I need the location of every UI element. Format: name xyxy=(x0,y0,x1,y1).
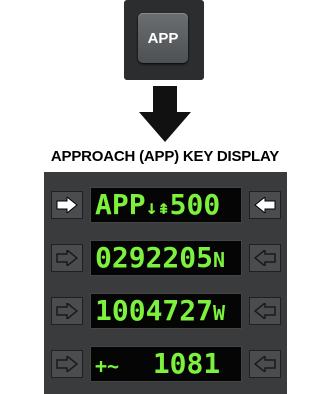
line-select-key-left-3[interactable] xyxy=(51,297,83,325)
outline-arrow-right-icon xyxy=(56,356,78,372)
lcd-latitude-value: 0292205 xyxy=(95,241,214,274)
outline-arrow-left-icon xyxy=(254,356,276,372)
line-select-key-right-2[interactable] xyxy=(249,244,281,272)
lcd-altitude-value: 500 xyxy=(169,188,221,221)
lcd-symbols: ↓⇞ xyxy=(145,195,170,219)
lcd-line-4: +~ 1081 xyxy=(90,346,242,382)
app-key-bezel: APP xyxy=(124,0,204,80)
lcd-latitude-hemisphere: N xyxy=(213,248,226,272)
lcd-line-3: 1004727W xyxy=(90,293,242,329)
outline-arrow-left-icon xyxy=(254,250,276,266)
cdu-panel: APP↓⇞500 0292205N 1004727W +~ 1081 xyxy=(44,172,287,394)
white-arrow-right-icon xyxy=(56,197,78,213)
lcd-approach-label: APP xyxy=(95,188,146,221)
lcd-longitude-hemisphere: W xyxy=(213,301,226,325)
lcd-longitude-value: 1004727 xyxy=(95,294,214,327)
display-row-1: APP↓⇞500 xyxy=(44,182,287,228)
line-select-key-left-4[interactable] xyxy=(51,350,83,378)
outline-arrow-left-icon xyxy=(254,303,276,319)
down-arrow-icon xyxy=(139,86,191,142)
display-row-2: 0292205N xyxy=(44,235,287,281)
lcd-elevation-value: 1081 xyxy=(152,347,221,380)
app-key[interactable]: APP xyxy=(138,13,188,63)
lcd-line-1: APP↓⇞500 xyxy=(90,187,242,223)
lcd-line-2: 0292205N xyxy=(90,240,242,276)
display-row-4: +~ 1081 xyxy=(44,341,287,387)
outline-arrow-right-icon xyxy=(56,250,78,266)
line-select-key-left-1[interactable] xyxy=(51,191,83,219)
lcd-spacer xyxy=(119,347,153,380)
line-select-key-right-1[interactable] xyxy=(249,191,281,219)
lcd-prefix-symbols: +~ xyxy=(95,354,120,378)
line-select-key-right-3[interactable] xyxy=(249,297,281,325)
line-select-key-left-2[interactable] xyxy=(51,244,83,272)
white-arrow-left-icon xyxy=(254,197,276,213)
outline-arrow-right-icon xyxy=(56,303,78,319)
page-title: APPROACH (APP) KEY DISPLAY xyxy=(50,148,280,165)
display-row-3: 1004727W xyxy=(44,288,287,334)
line-select-key-right-4[interactable] xyxy=(249,350,281,378)
